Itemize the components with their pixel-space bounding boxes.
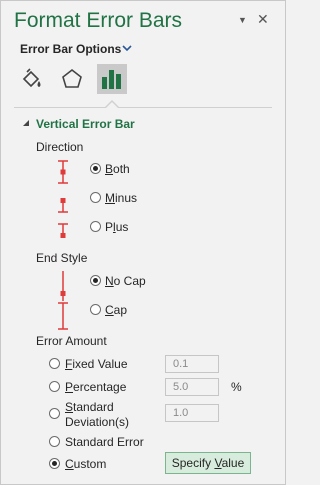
fill-line-icon[interactable] <box>19 66 45 92</box>
direction-plus-icon <box>58 223 68 238</box>
pane-options-dropdown-icon[interactable]: ▼ <box>238 15 247 25</box>
collapse-triangle-icon[interactable] <box>22 119 30 127</box>
direction-minus-radio[interactable] <box>90 192 101 203</box>
specify-value-button[interactable]: Specify Value <box>165 452 251 474</box>
standard-deviation-label[interactable]: Standard Deviation(s) <box>65 400 129 430</box>
percentage-radio[interactable] <box>49 381 60 392</box>
percent-unit: % <box>231 380 242 394</box>
options-chevron-down-icon[interactable] <box>122 44 132 52</box>
direction-both-radio[interactable] <box>90 163 101 174</box>
section-title[interactable]: Vertical Error Bar <box>36 117 135 131</box>
standard-error-radio[interactable] <box>49 436 60 447</box>
custom-radio[interactable] <box>49 458 60 469</box>
direction-both-icon <box>58 160 68 184</box>
standard-deviation-field[interactable]: 1.0 <box>165 404 219 422</box>
fixed-value-label[interactable]: Fixed Value <box>65 357 128 371</box>
close-icon[interactable]: ✕ <box>257 11 269 28</box>
direction-both-label[interactable]: Both <box>105 162 130 176</box>
direction-plus-radio[interactable] <box>90 221 101 232</box>
end-style-cap-icon <box>58 302 68 330</box>
percentage-label[interactable]: Percentage <box>65 380 126 394</box>
direction-plus-label[interactable]: Plus <box>105 220 128 234</box>
end-style-no-cap-label[interactable]: No Cap <box>105 274 146 288</box>
percentage-field[interactable]: 5.0 <box>165 378 219 396</box>
end-style-cap-label[interactable]: Cap <box>105 303 127 317</box>
fixed-value-field[interactable]: 0.1 <box>165 355 219 373</box>
bar-chart-icon <box>102 70 121 89</box>
error-bar-options-label[interactable]: Error Bar Options <box>20 42 121 56</box>
pane-title: Format Error Bars <box>14 9 183 32</box>
tab-separator <box>14 107 272 108</box>
standard-deviation-radio[interactable] <box>49 408 60 419</box>
end-style-cap-radio[interactable] <box>90 304 101 315</box>
end-style-label: End Style <box>36 251 88 265</box>
direction-minus-icon <box>58 198 68 213</box>
format-error-bars-pane: Format Error Bars ▼ ✕ Error Bar Options … <box>0 0 286 485</box>
direction-label: Direction <box>36 140 84 154</box>
tab-notch-inner <box>106 102 118 108</box>
end-style-no-cap-icon <box>60 271 66 301</box>
end-style-no-cap-radio[interactable] <box>90 275 101 286</box>
standard-error-label[interactable]: Standard Error <box>65 435 144 449</box>
effects-icon[interactable] <box>59 66 85 92</box>
custom-label[interactable]: Custom <box>65 457 106 471</box>
fixed-value-radio[interactable] <box>49 358 60 369</box>
error-amount-label: Error Amount <box>36 334 107 348</box>
direction-minus-label[interactable]: Minus <box>105 191 137 205</box>
